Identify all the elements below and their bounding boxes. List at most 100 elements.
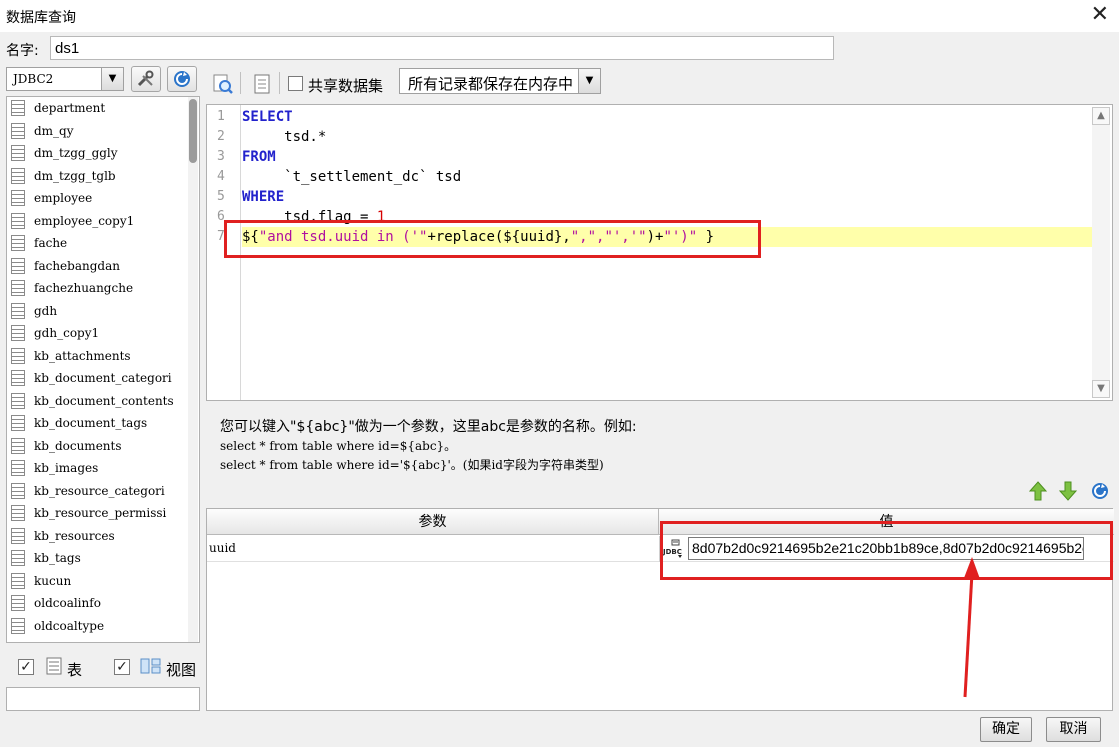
table-icon — [11, 167, 25, 184]
tree-item[interactable]: employee_copy1 — [7, 210, 199, 233]
table-icon — [11, 347, 25, 364]
tree-item[interactable]: oldcoalinfo — [7, 592, 199, 615]
datasource-settings-button[interactable] — [131, 66, 161, 92]
tables-checkbox[interactable]: ✓ — [18, 659, 34, 675]
tree-item-label: kb_images — [34, 461, 99, 475]
table-icon — [11, 505, 25, 521]
tree-item-label: kucun — [34, 573, 72, 588]
code-line: FROM — [242, 147, 276, 167]
tables-label: 表 — [67, 661, 83, 679]
refresh-datasource-button[interactable] — [167, 66, 197, 92]
query-preview-icon[interactable] — [212, 73, 234, 95]
column-header-param: 参数 — [207, 509, 659, 535]
toolbar-separator — [279, 72, 280, 94]
tree-item-label: kb_document_tags — [34, 416, 148, 430]
annotation-arrow-icon — [963, 557, 980, 698]
tools-icon — [137, 70, 154, 87]
tree-item[interactable]: kb_documents — [7, 435, 199, 458]
chevron-down-icon[interactable]: ▼ — [1092, 380, 1110, 398]
document-icon[interactable] — [252, 73, 272, 95]
share-dataset-checkbox[interactable] — [288, 76, 303, 91]
table-icon — [11, 145, 25, 161]
tree-item-label: employee — [34, 191, 93, 205]
memory-mode-select[interactable]: 所有记录都保存在内存中 ▼ — [399, 68, 601, 94]
refresh-icon[interactable] — [1090, 481, 1110, 501]
line-number: 1 — [217, 109, 225, 124]
code-line: SELECT — [242, 107, 293, 127]
table-icon — [11, 415, 25, 431]
tree-item-label: fache — [34, 236, 68, 250]
name-input[interactable] — [50, 36, 834, 60]
tree-item-label: gdh — [34, 303, 58, 318]
chevron-down-icon[interactable]: ▼ — [578, 69, 600, 93]
tree-item-label: employee_copy1 — [34, 213, 135, 228]
share-dataset-label: 共享数据集 — [308, 77, 384, 95]
code-line: `t_settlement_dc` tsd — [242, 169, 462, 185]
tree-item[interactable]: kb_document_categori — [7, 367, 199, 390]
tree-item[interactable]: department — [7, 97, 199, 120]
tree-item[interactable]: dm_tzgg_ggly — [7, 142, 199, 165]
table-icon — [11, 257, 25, 274]
memory-mode-value: 所有记录都保存在内存中 — [408, 75, 574, 93]
tree-item[interactable]: kb_attachments — [7, 345, 199, 368]
editor-scrollbar[interactable]: ▲ ▼ — [1092, 107, 1110, 398]
tree-item[interactable]: kb_resource_permissi — [7, 502, 199, 525]
tree-scrollbar[interactable] — [188, 97, 198, 642]
table-icon — [11, 325, 25, 341]
tree-item[interactable]: fachezhuangche — [7, 277, 199, 300]
tree-item[interactable]: kb_document_contents — [7, 390, 199, 413]
tree-item[interactable]: gdh — [7, 300, 199, 323]
table-icon — [11, 595, 25, 611]
tree-item[interactable]: gdh_copy1 — [7, 322, 199, 345]
views-checkbox[interactable]: ✓ — [114, 659, 130, 675]
line-number: 4 — [217, 169, 225, 184]
annotation-box — [660, 521, 1113, 580]
tree-item[interactable]: fache — [7, 232, 199, 255]
table-icon — [11, 100, 25, 116]
tree-item[interactable]: kb_tags — [7, 547, 199, 570]
tree-item-label: dm_qy — [34, 123, 74, 138]
tree-item-label: oldcoalinfo — [34, 596, 101, 610]
tree-item-label: kb_documents — [34, 438, 122, 453]
tree-item[interactable]: employee — [7, 187, 199, 210]
chevron-up-icon[interactable]: ▲ — [1092, 107, 1110, 125]
tree-item[interactable]: kb_document_tags — [7, 412, 199, 435]
tree-item[interactable]: kucun — [7, 570, 199, 593]
table-icon — [11, 437, 25, 454]
tree-item-label: kb_resources — [34, 528, 115, 543]
cancel-button[interactable]: 取消 — [1046, 717, 1101, 742]
close-icon[interactable]: ✕ — [1091, 2, 1109, 27]
views-label: 视图 — [166, 661, 197, 679]
tree-item[interactable]: kb_resources — [7, 525, 199, 548]
line-number: 5 — [217, 189, 225, 204]
table-icon — [11, 212, 25, 229]
tree-item[interactable]: oldcoaltype — [7, 615, 199, 638]
tree-item[interactable]: fachebangdan — [7, 255, 199, 278]
arrow-down-icon[interactable] — [1058, 480, 1078, 502]
line-number: 3 — [217, 149, 225, 164]
tree-item-label: kb_resource_categori — [34, 483, 165, 498]
scroll-thumb[interactable] — [189, 99, 197, 163]
ok-button[interactable]: 确定 — [980, 717, 1032, 742]
datasource-select[interactable]: JDBC2 ▼ — [6, 67, 124, 91]
table-icon — [11, 550, 25, 566]
table-icon — [11, 235, 25, 251]
code-line: WHERE — [242, 187, 284, 207]
tree-item-label: kb_tags — [34, 551, 81, 565]
table-icon — [11, 392, 25, 409]
tree-item-label: kb_document_contents — [34, 393, 174, 408]
tree-item[interactable]: kb_resource_categori — [7, 480, 199, 503]
tree-item[interactable]: dm_tzgg_tglb — [7, 165, 199, 188]
table-tree[interactable]: department dm_qy dm_tzgg_ggly dm_tzgg_tglbe… — [6, 96, 200, 643]
table-icon — [11, 527, 25, 544]
table-icon — [11, 617, 25, 634]
arrow-up-icon[interactable] — [1028, 480, 1048, 502]
chevron-down-icon[interactable]: ▼ — [101, 68, 123, 90]
tree-item[interactable]: kb_images — [7, 457, 199, 480]
code-line: tsd.* — [242, 129, 327, 145]
datasource-value: JDBC2 — [13, 72, 54, 86]
table-filter-input[interactable] — [6, 687, 200, 711]
tree-item[interactable]: dm_qy — [7, 120, 199, 143]
tree-item-label: kb_document_categori — [34, 371, 172, 385]
annotation-box — [224, 220, 761, 258]
